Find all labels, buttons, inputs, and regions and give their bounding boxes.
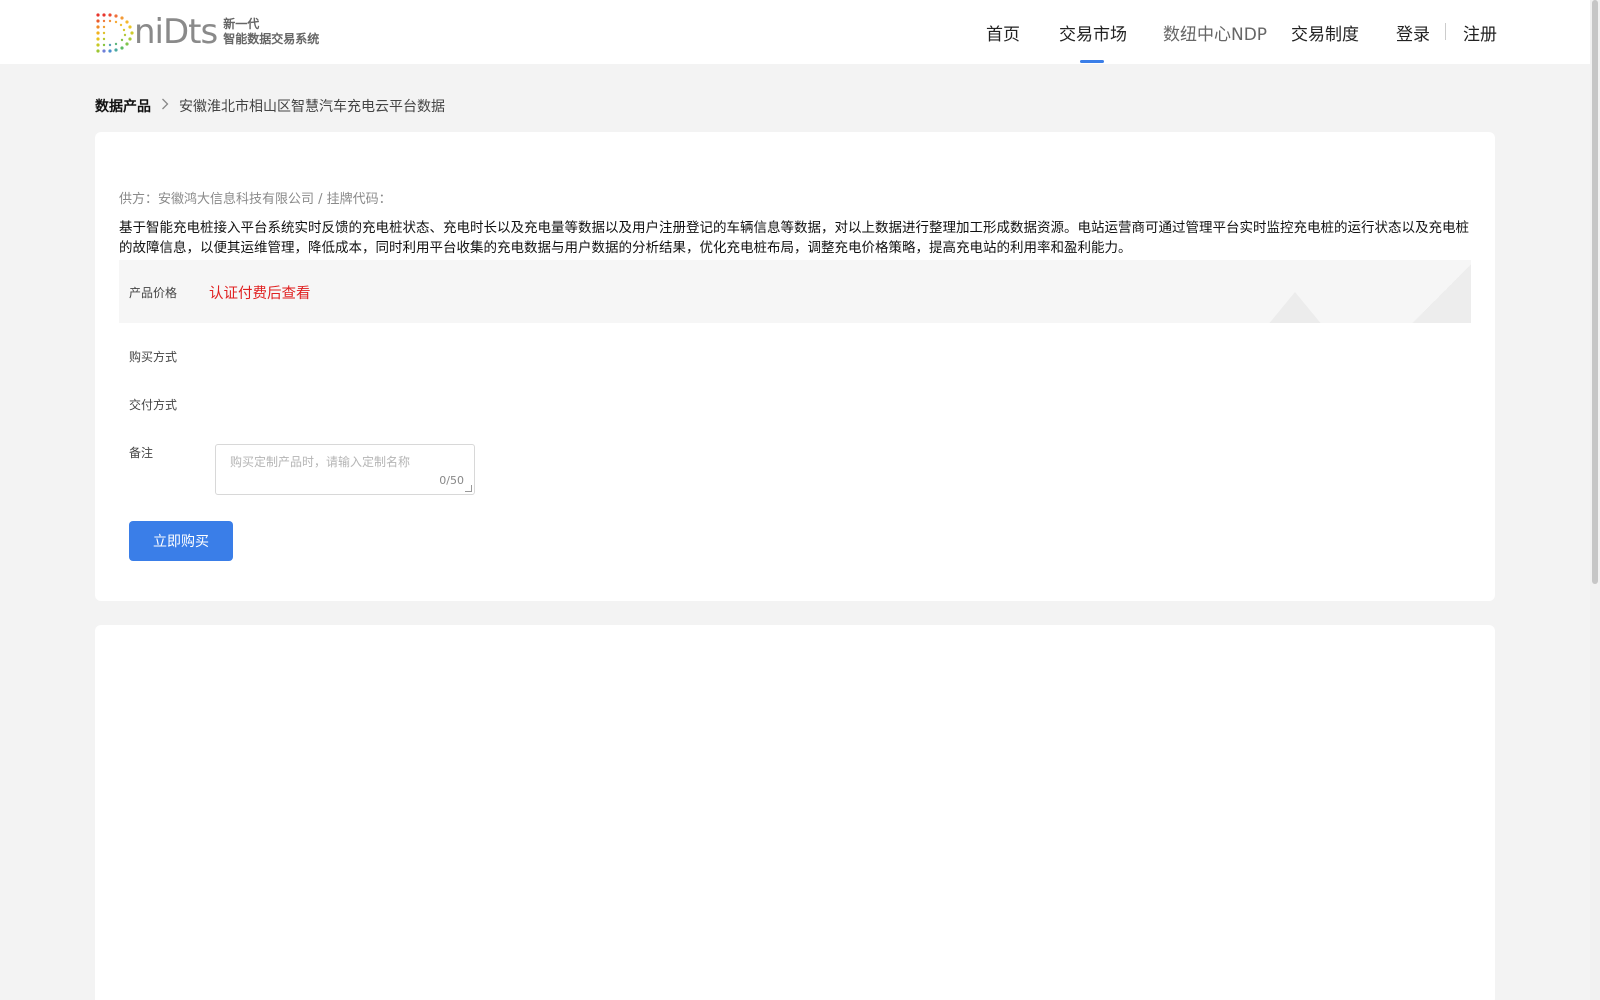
- register-link[interactable]: 注册: [1463, 20, 1497, 45]
- supplier-info: 供方：安徽鸿大信息科技有限公司 / 挂牌代码：: [119, 192, 392, 207]
- purchase-method-label: 购买方式: [129, 350, 178, 364]
- remark-char-counter: 0/50: [439, 474, 464, 487]
- product-details-panel: [95, 625, 1495, 1000]
- product-detail-card: 供方：安徽鸿大信息科技有限公司 / 挂牌代码： 基于智能充电桩接入平台系统实时反…: [95, 132, 1495, 601]
- page-scrollbar[interactable]: [1590, 0, 1600, 1000]
- nav-active-indicator: [1080, 60, 1104, 63]
- logo-tagline-line1: 新一代: [223, 17, 260, 31]
- delivery-method-label: 交付方式: [129, 398, 178, 412]
- resize-grip-icon[interactable]: [465, 485, 472, 492]
- nav-divider: [1445, 23, 1446, 40]
- site-logo[interactable]: niDts 新一代 智能数据交易系统: [94, 11, 319, 53]
- login-link[interactable]: 登录: [1396, 20, 1430, 45]
- logo-wordmark: niDts: [134, 12, 218, 52]
- logo-dotted-d-icon: [94, 11, 140, 53]
- top-header: niDts 新一代 智能数据交易系统 首页 交易市场 数纽中心NDP 交易制度 …: [0, 0, 1590, 64]
- breadcrumb-current: 安徽淮北市相山区智慧汽车充电云平台数据: [179, 99, 445, 115]
- breadcrumb: 数据产品 安徽淮北市相山区智慧汽车充电云平台数据: [95, 96, 445, 116]
- nav-trading-market[interactable]: 交易市场: [1059, 20, 1127, 45]
- chevron-right-icon: [161, 98, 169, 114]
- nav-ndp-center[interactable]: 数纽中心NDP: [1163, 20, 1267, 45]
- nav-trading-rules[interactable]: 交易制度: [1291, 20, 1359, 45]
- price-label: 产品价格: [129, 286, 178, 300]
- price-value: 认证付费后查看: [209, 286, 311, 302]
- logo-tagline-line2: 智能数据交易系统: [223, 32, 320, 46]
- product-description: 基于智能充电桩接入平台系统实时反馈的充电桩状态、充电时长以及充电量等数据以及用户…: [119, 220, 1469, 256]
- decorative-triangle-icon: [1267, 292, 1323, 323]
- scrollbar-thumb[interactable]: [1592, 0, 1598, 584]
- buy-now-button[interactable]: 立即购买: [129, 521, 233, 561]
- remark-label: 备注: [129, 446, 154, 460]
- remark-placeholder: 购买定制产品时，请输入定制名称: [230, 455, 411, 469]
- logo-tagline: 新一代 智能数据交易系统: [223, 17, 319, 47]
- nav-home[interactable]: 首页: [986, 20, 1020, 45]
- decorative-corner-icon: [1409, 260, 1471, 323]
- price-section: 产品价格 认证付费后查看: [119, 260, 1471, 323]
- remark-textarea[interactable]: 购买定制产品时，请输入定制名称 0/50: [215, 444, 475, 495]
- breadcrumb-root-link[interactable]: 数据产品: [95, 96, 151, 116]
